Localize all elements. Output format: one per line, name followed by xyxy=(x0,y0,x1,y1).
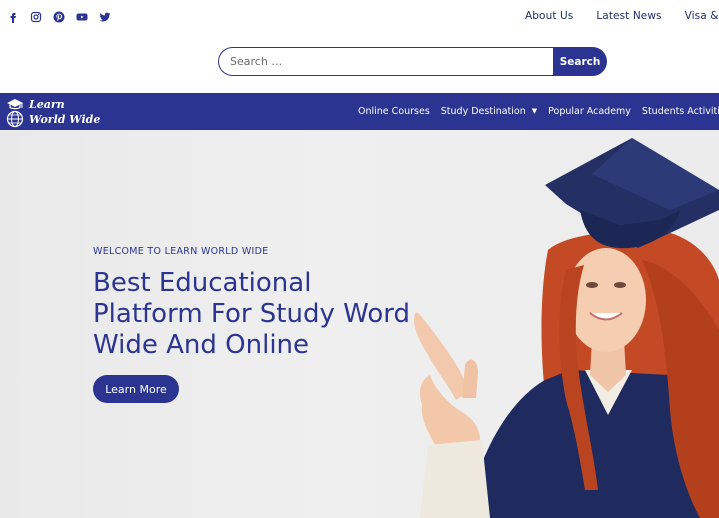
twitter-icon[interactable] xyxy=(99,11,111,23)
search-input[interactable] xyxy=(218,47,554,76)
top-link-latest-news[interactable]: Latest News xyxy=(596,10,661,22)
chevron-down-icon: ▼ xyxy=(531,107,538,115)
logo-line-2: World Wide xyxy=(29,113,101,126)
hero-eyebrow: WELCOME TO LEARN WORLD WIDE xyxy=(93,246,269,257)
nav-item-study-destination-label: Study Destination xyxy=(440,106,526,117)
facebook-icon[interactable] xyxy=(7,11,19,23)
nav-item-study-destination[interactable]: Study Destination ▼ xyxy=(441,106,537,117)
logo-line-1: Learn xyxy=(29,98,65,111)
nav-item-online-courses[interactable]: Online Courses xyxy=(358,106,430,117)
nav-item-students-activities[interactable]: Students Activities xyxy=(642,106,719,117)
hero-section: WELCOME TO LEARN WORLD WIDE Best Educati… xyxy=(0,130,719,518)
pinterest-icon[interactable] xyxy=(53,11,65,23)
top-links: About Us Latest News Visa & Ot xyxy=(525,10,719,22)
nav-item-popular-academy[interactable]: Popular Academy xyxy=(548,106,631,117)
top-link-visa[interactable]: Visa & Ot xyxy=(685,10,719,22)
main-nav: Learn World Wide Online Courses Study De… xyxy=(0,93,719,130)
search-form: Search xyxy=(218,47,607,76)
nav-menu: Online Courses Study Destination ▼ Popula… xyxy=(358,93,719,130)
top-bar: About Us Latest News Visa & Ot xyxy=(0,0,719,38)
instagram-icon[interactable] xyxy=(30,11,42,23)
logo-text: Learn World Wide xyxy=(29,97,100,127)
youtube-icon[interactable] xyxy=(76,11,88,23)
learn-more-button[interactable]: Learn More xyxy=(93,375,179,403)
graduation-globe-icon xyxy=(6,99,24,128)
search-button[interactable]: Search xyxy=(553,47,607,76)
social-links xyxy=(7,11,111,23)
top-link-about-us[interactable]: About Us xyxy=(525,10,573,22)
site-logo[interactable]: Learn World Wide xyxy=(6,96,116,128)
hero-title: Best Educational Platform For Study Word… xyxy=(93,268,410,360)
